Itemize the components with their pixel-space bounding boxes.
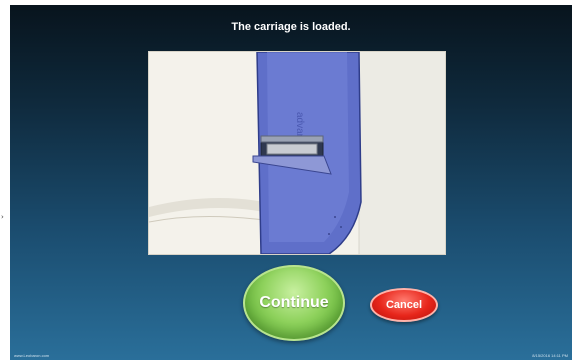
status-title: The carriage is loaded. bbox=[231, 21, 351, 33]
carriage-photo: advance bbox=[148, 51, 446, 255]
app-screen: The carriage is loaded. advance Continue… bbox=[10, 5, 572, 360]
cancel-button[interactable]: Cancel bbox=[370, 288, 438, 322]
footer-website: www.Leobaron.com bbox=[14, 353, 50, 358]
side-arrow-icon: › bbox=[1, 213, 4, 221]
footer-timestamp: 8/15/2016 14:11 PM bbox=[532, 353, 568, 358]
continue-button[interactable]: Continue bbox=[243, 265, 345, 341]
carriage-illustration: advance bbox=[149, 52, 445, 254]
